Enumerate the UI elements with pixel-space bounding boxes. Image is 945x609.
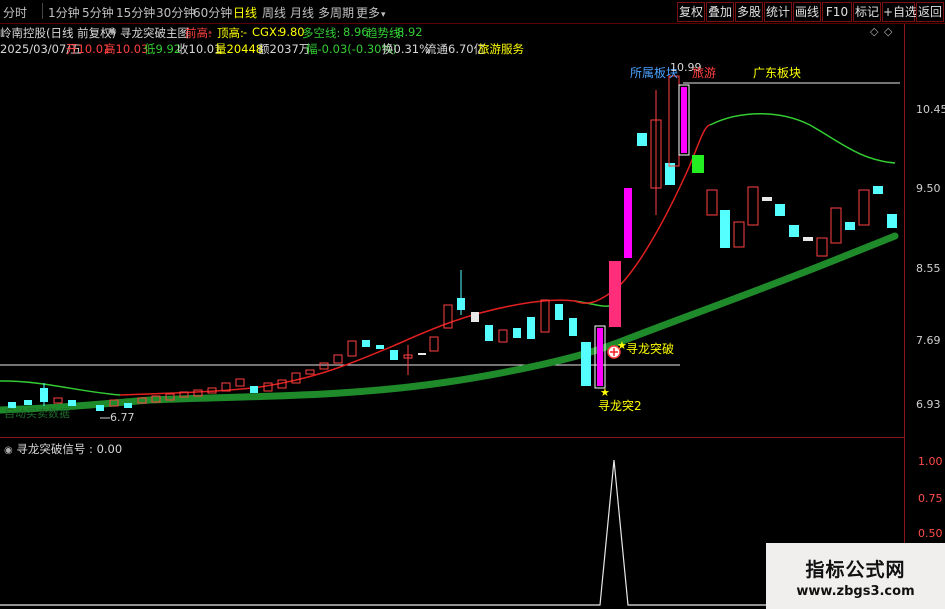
- watermark-title: 指标公式网: [805, 559, 906, 581]
- back-button[interactable]: 返回: [916, 2, 944, 22]
- price-tick-1: 10.45: [916, 103, 945, 116]
- sub-indicator-header: ◉ 寻龙突破信号 : 0.00: [4, 441, 122, 457]
- candles: [8, 75, 897, 411]
- price-tick-4: 7.69: [916, 334, 941, 347]
- sub-tick-3: 0.50: [918, 527, 943, 540]
- settings-icon-sub[interactable]: ◉: [4, 445, 13, 456]
- breakout2-label: 寻龙突2: [598, 399, 642, 413]
- ma-green-line: [0, 113, 896, 396]
- faded-label: 自动买卖数据: [4, 407, 70, 420]
- ma-red-line: [119, 124, 711, 396]
- sub-indicator-name[interactable]: 寻龙突破信号: [16, 442, 85, 456]
- guangdong-label: 广东板块: [753, 66, 802, 80]
- watermark: 指标公式网 www.zbgs3.com: [766, 543, 945, 609]
- price-tick-2: 9.50: [916, 182, 941, 195]
- price-tick-3: 8.55: [916, 262, 941, 275]
- sub-indicator-value: : 0.00: [89, 442, 123, 456]
- tourism-label: 旅游: [692, 66, 717, 80]
- sub-tick-1: 1.00: [918, 455, 943, 468]
- kline-chart: ★ ★: [0, 75, 904, 606]
- low-value-label: 6.77: [110, 411, 135, 424]
- breakout-label: 寻龙突破: [626, 342, 675, 356]
- watermark-url: www.zbgs3.com: [796, 584, 915, 599]
- price-tick-5: 6.93: [916, 398, 941, 411]
- sub-tick-2: 0.75: [918, 492, 943, 505]
